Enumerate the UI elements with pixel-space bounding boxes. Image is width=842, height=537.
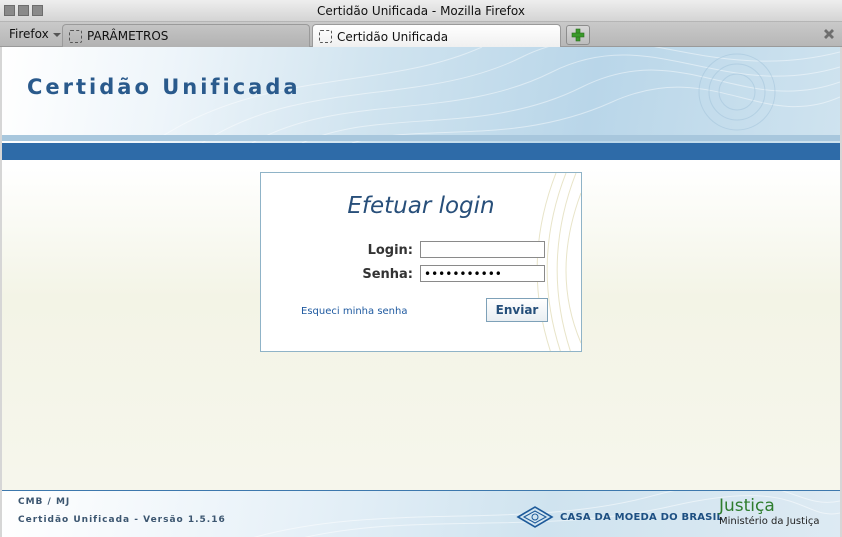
submit-button[interactable]: Enviar xyxy=(486,298,548,322)
tab-label: Certidão Unificada xyxy=(337,29,449,44)
site-footer: CMB / MJ Certidão Unificada - Versão 1.5… xyxy=(2,490,840,537)
plus-icon xyxy=(571,28,585,42)
password-label: Senha: xyxy=(362,267,413,282)
page-content: Certidão Unificada Efetuar login Login: … xyxy=(2,47,840,537)
tab-certidao-unificada[interactable]: Certidão Unificada xyxy=(312,24,561,48)
ministerio-logo-text: Ministério da Justiça xyxy=(719,516,820,527)
casa-da-moeda-emblem-icon xyxy=(516,506,554,528)
tab-label: PARÂMETROS xyxy=(87,29,169,43)
justica-logo-text: Justiça xyxy=(719,496,775,516)
chevron-down-icon xyxy=(52,32,61,37)
site-header: Certidão Unificada xyxy=(2,47,840,143)
close-icon[interactable] xyxy=(822,27,836,41)
login-label: Login: xyxy=(367,243,413,258)
header-divider xyxy=(2,135,840,141)
password-input[interactable] xyxy=(420,265,545,282)
firefox-menu-label: Firefox xyxy=(9,27,49,41)
forgot-password-link[interactable]: Esqueci minha senha xyxy=(301,306,408,317)
window-titlebar: Certidão Unificada - Mozilla Firefox xyxy=(0,0,842,22)
login-panel: Efetuar login Login: Senha: Esqueci minh… xyxy=(260,172,582,352)
login-input[interactable] xyxy=(420,241,545,258)
login-heading: Efetuar login xyxy=(347,193,495,219)
page-icon xyxy=(69,29,82,43)
page-icon xyxy=(319,30,332,43)
header-bar xyxy=(2,143,840,160)
footer-version: Certidão Unificada - Versão 1.5.16 xyxy=(18,515,226,525)
tab-bar: Firefox PARÂMETROS Certidão Unificada xyxy=(0,22,842,48)
casa-da-moeda-logo: CASA DA MOEDA DO BRASIL xyxy=(516,505,723,529)
casa-da-moeda-text: CASA DA MOEDA DO BRASIL xyxy=(560,511,724,523)
footer-credit: CMB / MJ xyxy=(18,497,71,507)
firefox-menu-button[interactable]: Firefox xyxy=(3,25,67,44)
window-title: Certidão Unificada - Mozilla Firefox xyxy=(317,4,525,18)
new-tab-button[interactable] xyxy=(566,25,590,45)
ministerio-justica-logo: Justiça Ministério da Justiça xyxy=(719,497,819,528)
tab-parametros[interactable]: PARÂMETROS xyxy=(62,24,310,47)
app-title: Certidão Unificada xyxy=(27,75,301,99)
